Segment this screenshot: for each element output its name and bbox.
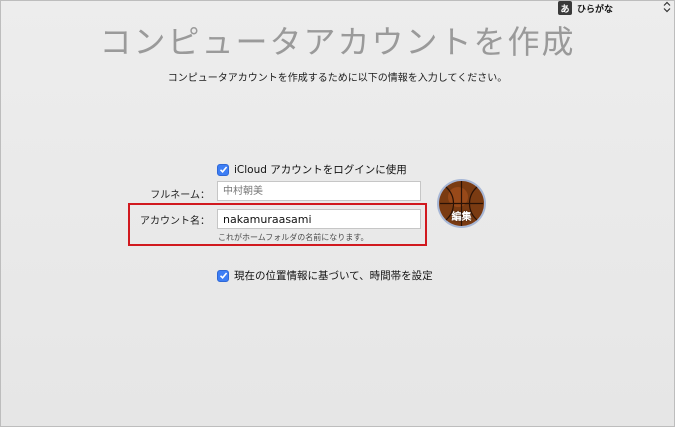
checkmark-icon: [217, 269, 229, 282]
location-timezone-checkbox[interactable]: 現在の位置情報に基づいて、時間帯を設定: [217, 268, 433, 283]
avatar-edit-label[interactable]: 編集: [436, 208, 487, 223]
input-method-menu[interactable]: あ ひらがな: [558, 0, 674, 16]
input-method-label: ひらがな: [577, 4, 614, 15]
icloud-login-label: iCloud アカウントをログインに使用: [234, 164, 407, 176]
icloud-login-checkbox[interactable]: iCloud アカウントをログインに使用: [217, 162, 407, 177]
input-method-badge: あ: [558, 1, 572, 15]
account-name-field[interactable]: [217, 209, 421, 229]
location-timezone-label: 現在の位置情報に基づいて、時間帯を設定: [234, 270, 433, 282]
up-down-chevron-icon: [663, 1, 671, 13]
page-subtitle: コンピュータアカウントを作成するために以下の情報を入力してください。: [167, 73, 508, 84]
checkmark-icon: [217, 163, 229, 176]
fullname-label: フルネーム：: [150, 190, 210, 201]
page-title: コンピュータアカウントを作成: [99, 23, 576, 61]
account-name-label: アカウント名：: [140, 216, 210, 227]
account-name-hint: これがホームフォルダの名前になります。: [218, 233, 369, 242]
fullname-field[interactable]: [217, 181, 421, 201]
